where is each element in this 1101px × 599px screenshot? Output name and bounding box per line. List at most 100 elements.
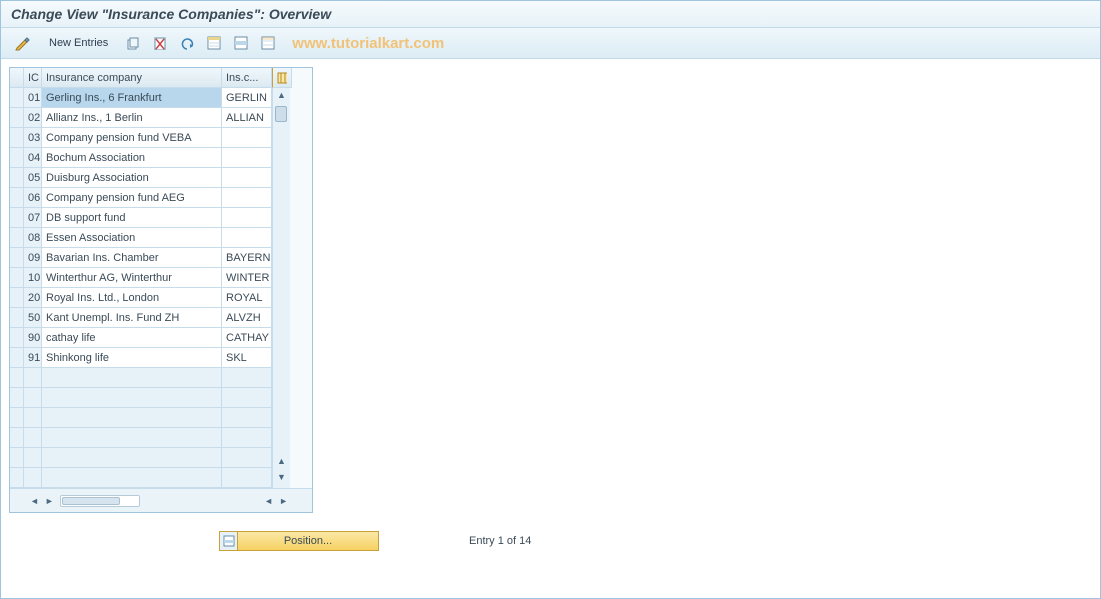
cell-ins-code[interactable]: WINTER bbox=[222, 268, 272, 288]
row-selector bbox=[10, 368, 24, 388]
row-selector[interactable] bbox=[10, 228, 24, 248]
scroll-right-arrow-icon[interactable]: ► bbox=[43, 494, 56, 508]
cell-insurance-company[interactable]: Essen Association bbox=[42, 228, 222, 248]
cell-ic: 09 bbox=[24, 248, 42, 268]
row-selector[interactable] bbox=[10, 128, 24, 148]
cell-insurance-company[interactable]: Shinkong life bbox=[42, 348, 222, 368]
table-row-empty bbox=[10, 428, 272, 448]
cell-insurance-company[interactable]: Winterthur AG, Winterthur bbox=[42, 268, 222, 288]
table-row-empty bbox=[10, 388, 272, 408]
change-display-icon[interactable] bbox=[11, 33, 35, 53]
delete-icon[interactable] bbox=[149, 33, 171, 53]
undo-icon[interactable] bbox=[176, 33, 198, 53]
table-row[interactable]: 20Royal Ins. Ltd., LondonROYAL bbox=[10, 288, 272, 308]
scroll-up-arrow-icon[interactable]: ▲ bbox=[275, 88, 288, 102]
cell-insurance-company[interactable]: Allianz Ins., 1 Berlin bbox=[42, 108, 222, 128]
configure-columns-button[interactable] bbox=[272, 68, 292, 88]
scroll-right-arrow-icon[interactable]: ► bbox=[277, 494, 290, 508]
cell-insurance-company[interactable]: Bochum Association bbox=[42, 148, 222, 168]
row-selector[interactable] bbox=[10, 268, 24, 288]
cell-ins-code bbox=[222, 408, 272, 428]
table-row[interactable]: 01Gerling Ins., 6 FrankfurtGERLIN bbox=[10, 88, 272, 108]
position-button[interactable]: Position... bbox=[219, 531, 379, 551]
cell-ins-code[interactable] bbox=[222, 208, 272, 228]
row-selector[interactable] bbox=[10, 168, 24, 188]
select-block-icon[interactable] bbox=[230, 33, 252, 53]
table-row[interactable]: 08Essen Association bbox=[10, 228, 272, 248]
cell-ic bbox=[24, 388, 42, 408]
cell-ins-code[interactable] bbox=[222, 128, 272, 148]
row-selector[interactable] bbox=[10, 208, 24, 228]
new-entries-button[interactable]: New Entries bbox=[40, 34, 117, 52]
row-selector-header[interactable] bbox=[10, 68, 24, 88]
table-row[interactable]: 06Company pension fund AEG bbox=[10, 188, 272, 208]
row-selector bbox=[10, 388, 24, 408]
cell-ins-code[interactable]: ALLIAN bbox=[222, 108, 272, 128]
row-selector[interactable] bbox=[10, 108, 24, 128]
scroll-left-arrow-icon[interactable]: ◄ bbox=[262, 494, 275, 508]
hscroll-thumb[interactable] bbox=[62, 497, 120, 505]
cell-insurance-company[interactable]: Kant Unempl. Ins. Fund ZH bbox=[42, 308, 222, 328]
cell-insurance-company[interactable]: cathay life bbox=[42, 328, 222, 348]
cell-ins-code[interactable] bbox=[222, 168, 272, 188]
column-header-name[interactable]: Insurance company bbox=[42, 68, 222, 88]
cell-ins-code[interactable]: ROYAL bbox=[222, 288, 272, 308]
column-header-ic[interactable]: IC bbox=[24, 68, 42, 88]
table-row[interactable]: 50Kant Unempl. Ins. Fund ZHALVZH bbox=[10, 308, 272, 328]
table-row[interactable]: 02Allianz Ins., 1 BerlinALLIAN bbox=[10, 108, 272, 128]
cell-ins-code[interactable] bbox=[222, 188, 272, 208]
vertical-scrollbar[interactable]: ▲ ▲ ▼ bbox=[272, 88, 290, 488]
row-selector bbox=[10, 448, 24, 468]
cell-ins-code[interactable] bbox=[222, 228, 272, 248]
cell-insurance-company[interactable]: Company pension fund VEBA bbox=[42, 128, 222, 148]
table-row-empty bbox=[10, 448, 272, 468]
table-row[interactable]: 90cathay lifeCATHAY bbox=[10, 328, 272, 348]
scroll-down-arrow-icon[interactable]: ▼ bbox=[275, 470, 288, 484]
horizontal-scrollbar[interactable]: ◄ ► ◄ ► bbox=[10, 488, 312, 512]
cell-insurance-company[interactable]: Royal Ins. Ltd., London bbox=[42, 288, 222, 308]
cell-insurance-company[interactable]: DB support fund bbox=[42, 208, 222, 228]
scroll-up-arrow-icon[interactable]: ▲ bbox=[275, 454, 288, 468]
copy-as-icon[interactable] bbox=[122, 33, 144, 53]
main-content: IC Insurance company Ins.c... 01Gerling … bbox=[1, 59, 1100, 559]
row-selector bbox=[10, 428, 24, 448]
cell-insurance-company[interactable]: Company pension fund AEG bbox=[42, 188, 222, 208]
row-selector[interactable] bbox=[10, 188, 24, 208]
cell-ins-code[interactable]: BAYERN bbox=[222, 248, 272, 268]
cell-insurance-company[interactable]: Duisburg Association bbox=[42, 168, 222, 188]
row-selector[interactable] bbox=[10, 88, 24, 108]
cell-ins-code[interactable]: SKL bbox=[222, 348, 272, 368]
scroll-left-arrow-icon[interactable]: ◄ bbox=[28, 494, 41, 508]
cell-ins-code[interactable]: ALVZH bbox=[222, 308, 272, 328]
hscroll-track[interactable] bbox=[60, 495, 140, 507]
column-header-code[interactable]: Ins.c... bbox=[222, 68, 272, 88]
position-button-label: Position... bbox=[238, 535, 378, 547]
row-selector[interactable] bbox=[10, 288, 24, 308]
cell-ic: 90 bbox=[24, 328, 42, 348]
scrollbar-thumb[interactable] bbox=[275, 106, 287, 122]
cell-ins-code bbox=[222, 368, 272, 388]
footer-bar: Position... Entry 1 of 14 bbox=[9, 531, 1092, 551]
row-selector[interactable] bbox=[10, 248, 24, 268]
row-selector[interactable] bbox=[10, 328, 24, 348]
table-row[interactable]: 09Bavarian Ins. ChamberBAYERN bbox=[10, 248, 272, 268]
cell-ins-code[interactable]: CATHAY bbox=[222, 328, 272, 348]
table-row[interactable]: 04Bochum Association bbox=[10, 148, 272, 168]
table-row[interactable]: 07DB support fund bbox=[10, 208, 272, 228]
cell-insurance-company[interactable]: Bavarian Ins. Chamber bbox=[42, 248, 222, 268]
row-selector[interactable] bbox=[10, 148, 24, 168]
cell-insurance-company[interactable]: Gerling Ins., 6 Frankfurt bbox=[42, 88, 222, 108]
row-selector[interactable] bbox=[10, 348, 24, 368]
table-row[interactable]: 05Duisburg Association bbox=[10, 168, 272, 188]
table-row[interactable]: 03Company pension fund VEBA bbox=[10, 128, 272, 148]
select-all-icon[interactable] bbox=[203, 33, 225, 53]
cell-ins-code[interactable]: GERLIN bbox=[222, 88, 272, 108]
row-selector[interactable] bbox=[10, 308, 24, 328]
deselect-all-icon[interactable] bbox=[257, 33, 279, 53]
cell-insurance-company bbox=[42, 408, 222, 428]
cell-ic: 03 bbox=[24, 128, 42, 148]
cell-insurance-company bbox=[42, 368, 222, 388]
table-row[interactable]: 10Winterthur AG, WinterthurWINTER bbox=[10, 268, 272, 288]
cell-ins-code[interactable] bbox=[222, 148, 272, 168]
table-row[interactable]: 91Shinkong lifeSKL bbox=[10, 348, 272, 368]
